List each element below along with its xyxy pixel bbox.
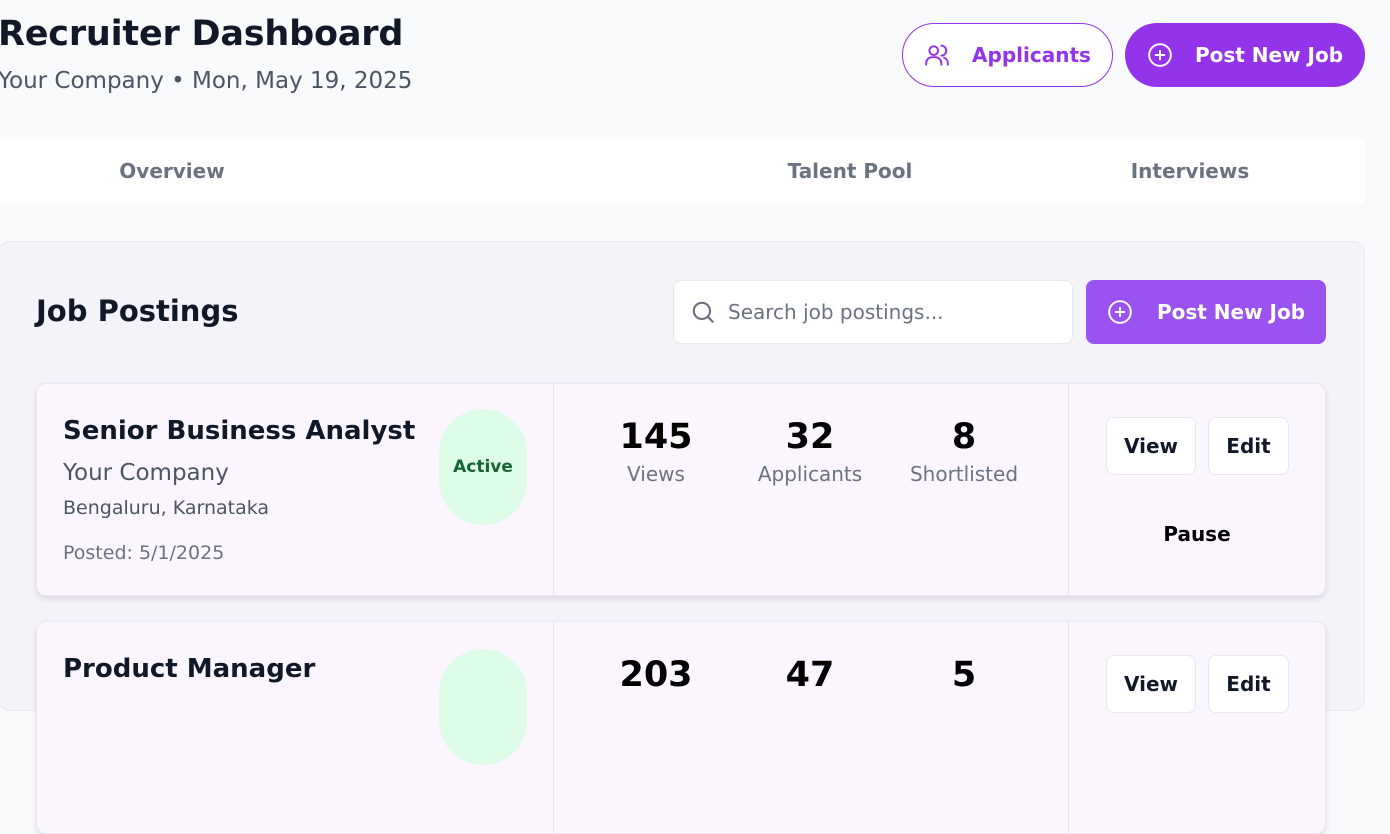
status-badge bbox=[439, 649, 527, 765]
plus-circle-icon bbox=[1107, 299, 1133, 325]
users-icon bbox=[924, 42, 950, 68]
stat-views-label: Views bbox=[627, 462, 685, 486]
post-new-job-secondary-button[interactable]: Post New Job bbox=[1086, 280, 1326, 344]
page-title: Recruiter Dashboard bbox=[0, 14, 404, 54]
stat-applicants-value: 47 bbox=[785, 655, 835, 695]
status-badge: Active bbox=[439, 409, 527, 525]
stat-shortlisted: 8 Shortlisted bbox=[884, 414, 1044, 486]
stat-views-value: 203 bbox=[619, 655, 693, 695]
stat-applicants-label: Applicants bbox=[757, 462, 863, 486]
job-company: Your Company bbox=[63, 460, 229, 486]
applicants-button[interactable]: Applicants bbox=[902, 23, 1113, 87]
card-divider bbox=[1068, 384, 1069, 595]
search-icon bbox=[690, 299, 716, 325]
edit-button[interactable]: Edit bbox=[1208, 655, 1289, 713]
view-button[interactable]: View bbox=[1106, 417, 1196, 475]
job-card: Product Manager 203 47 5 View Edit bbox=[36, 621, 1326, 834]
tab-overview[interactable]: Overview bbox=[0, 139, 344, 203]
job-title: Product Manager bbox=[63, 654, 316, 684]
tab-interviews[interactable]: Interviews bbox=[1020, 139, 1360, 203]
stat-views-value: 145 bbox=[619, 417, 693, 457]
stat-views: 203 bbox=[576, 652, 736, 698]
edit-button[interactable]: Edit bbox=[1208, 417, 1289, 475]
job-title: Senior Business Analyst bbox=[63, 416, 416, 446]
job-card: Senior Business Analyst Your Company Ben… bbox=[36, 383, 1326, 596]
stat-shortlisted-label: Shortlisted bbox=[909, 462, 1019, 486]
card-divider bbox=[553, 622, 554, 833]
tab-talent-pool[interactable]: Talent Pool bbox=[680, 139, 1020, 203]
stat-shortlisted-value: 8 bbox=[951, 417, 977, 457]
stat-shortlisted: 5 bbox=[884, 652, 1044, 698]
stat-applicants: 47 bbox=[730, 652, 890, 698]
job-location: Bengaluru, Karnataka bbox=[63, 497, 270, 519]
search-box bbox=[673, 280, 1073, 344]
stat-applicants: 32 Applicants bbox=[730, 414, 890, 486]
pause-button[interactable]: Pause bbox=[1107, 517, 1287, 551]
post-new-job-button[interactable]: Post New Job bbox=[1125, 23, 1365, 87]
card-divider bbox=[1068, 622, 1069, 833]
tab-bar: Overview Talent Pool Interviews bbox=[0, 139, 1365, 203]
view-button[interactable]: View bbox=[1106, 655, 1196, 713]
search-input[interactable] bbox=[726, 291, 1072, 333]
stat-applicants-value: 32 bbox=[785, 417, 835, 457]
card-divider bbox=[553, 384, 554, 595]
section-title: Job Postings bbox=[36, 294, 239, 328]
post-new-job-label: Post New Job bbox=[1194, 43, 1344, 67]
page-subtitle: Your Company • Mon, May 19, 2025 bbox=[0, 68, 413, 94]
applicants-button-label: Applicants bbox=[972, 43, 1091, 67]
job-posted-date: Posted: 5/1/2025 bbox=[63, 542, 225, 564]
plus-circle-icon bbox=[1147, 42, 1173, 68]
stat-shortlisted-value: 5 bbox=[951, 655, 977, 695]
stat-views: 145 Views bbox=[576, 414, 736, 486]
post-new-job-secondary-label: Post New Job bbox=[1156, 300, 1306, 324]
